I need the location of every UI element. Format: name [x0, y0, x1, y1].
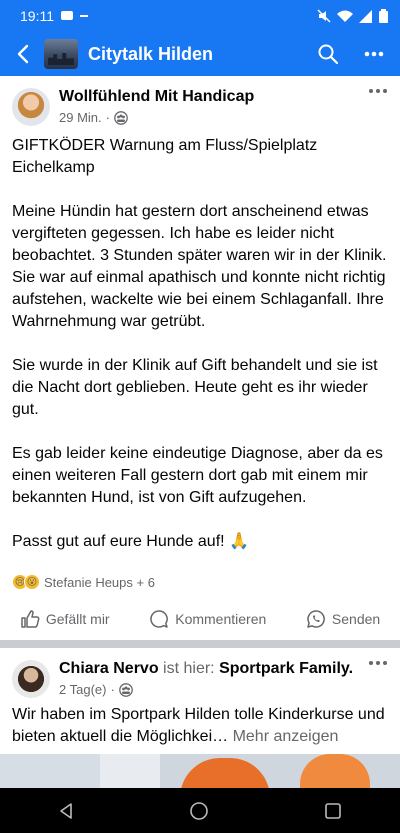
wifi-icon — [337, 10, 353, 22]
checkin-text: ist hier: — [163, 660, 215, 677]
nav-home-icon[interactable] — [189, 801, 209, 821]
send-label: Senden — [331, 611, 381, 627]
arrow-left-icon — [17, 44, 29, 64]
post-author[interactable]: Wollfühlend Mit Handicap — [59, 88, 254, 106]
dash-icon — [80, 15, 88, 17]
like-label: Gefällt mir — [45, 611, 110, 627]
nav-back-icon[interactable] — [58, 802, 74, 820]
post-body: Wir haben im Sportpark Hilden tolle Kind… — [0, 704, 400, 748]
post-author[interactable]: Chiara Nervo — [59, 660, 159, 677]
group-avatar[interactable] — [44, 39, 78, 69]
reactions-summary[interactable]: 😢 😮 Stefanie Heups + 6 — [12, 574, 155, 590]
post-paragraph: Passt gut auf eure Hunde auf! 🙏 — [12, 533, 249, 550]
group-audience-icon — [114, 110, 128, 125]
nav-recents-icon[interactable] — [324, 802, 342, 820]
reactions-text: Stefanie Heups + 6 — [44, 574, 155, 590]
checkin-place[interactable]: Sportpark Family. — [219, 660, 353, 677]
post-card: Chiara Nervo ist hier: Sportpark Family.… — [0, 648, 400, 788]
post-header: Wollfühlend Mit Handicap 29 Min. · — [0, 76, 400, 132]
post-author-line: Chiara Nervo ist hier: Sportpark Family. — [59, 660, 353, 678]
whatsapp-icon — [307, 610, 325, 628]
post-meta: 29 Min. · — [59, 110, 128, 125]
comment-label: Kommentieren — [175, 611, 267, 627]
post-paragraph: Es gab leider keine eindeutige Diagnose,… — [12, 445, 383, 506]
search-icon[interactable] — [318, 44, 338, 64]
see-more-link[interactable]: Mehr anzeigen — [233, 728, 339, 745]
post-meta: 2 Tag(e) · — [59, 682, 133, 697]
like-button[interactable]: Gefällt mir — [20, 609, 110, 629]
send-button[interactable]: Senden — [306, 609, 380, 629]
post-paragraph: Meine Hündin hat gestern dort anscheinen… — [12, 203, 387, 330]
signal-icon — [359, 9, 372, 23]
more-options-icon[interactable] — [364, 51, 384, 57]
post-header: Chiara Nervo ist hier: Sportpark Family.… — [0, 648, 400, 704]
post-photo[interactable] — [0, 754, 400, 788]
comment-button[interactable]: Kommentieren — [149, 609, 266, 629]
wow-reaction-icon: 😮 — [24, 574, 40, 590]
back-button[interactable] — [10, 41, 36, 67]
system-nav-bar — [0, 788, 400, 833]
post-time[interactable]: 2 Tag(e) — [59, 682, 106, 697]
post-card: Wollfühlend Mit Handicap 29 Min. · GIFTK… — [0, 76, 400, 640]
post-more-icon[interactable] — [368, 660, 388, 666]
post-paragraph: GIFTKÖDER Warnung am Fluss/Spielplatz Ei… — [12, 137, 318, 176]
group-title[interactable]: Citytalk Hilden — [88, 44, 213, 65]
post-more-icon[interactable] — [368, 88, 388, 94]
status-time: 19:11 — [20, 8, 54, 24]
avatar[interactable] — [12, 88, 50, 126]
post-body: GIFTKÖDER Warnung am Fluss/Spielplatz Ei… — [0, 135, 400, 553]
thumbs-up-icon — [21, 610, 40, 628]
avatar[interactable] — [12, 660, 50, 698]
group-audience-icon — [118, 682, 133, 697]
post-action-bar: Gefällt mir Kommentieren Senden — [0, 601, 400, 637]
post-paragraph: Sie wurde in der Klinik auf Gift behande… — [12, 357, 378, 418]
feed-separator — [0, 640, 400, 648]
battery-icon — [379, 9, 388, 23]
mute-icon — [317, 9, 331, 23]
comment-icon — [150, 610, 169, 628]
status-bar: 19:11 — [0, 0, 400, 32]
app-bar: Citytalk Hilden — [0, 32, 400, 76]
post-time[interactable]: 29 Min. — [59, 110, 102, 125]
message-icon — [61, 11, 73, 20]
